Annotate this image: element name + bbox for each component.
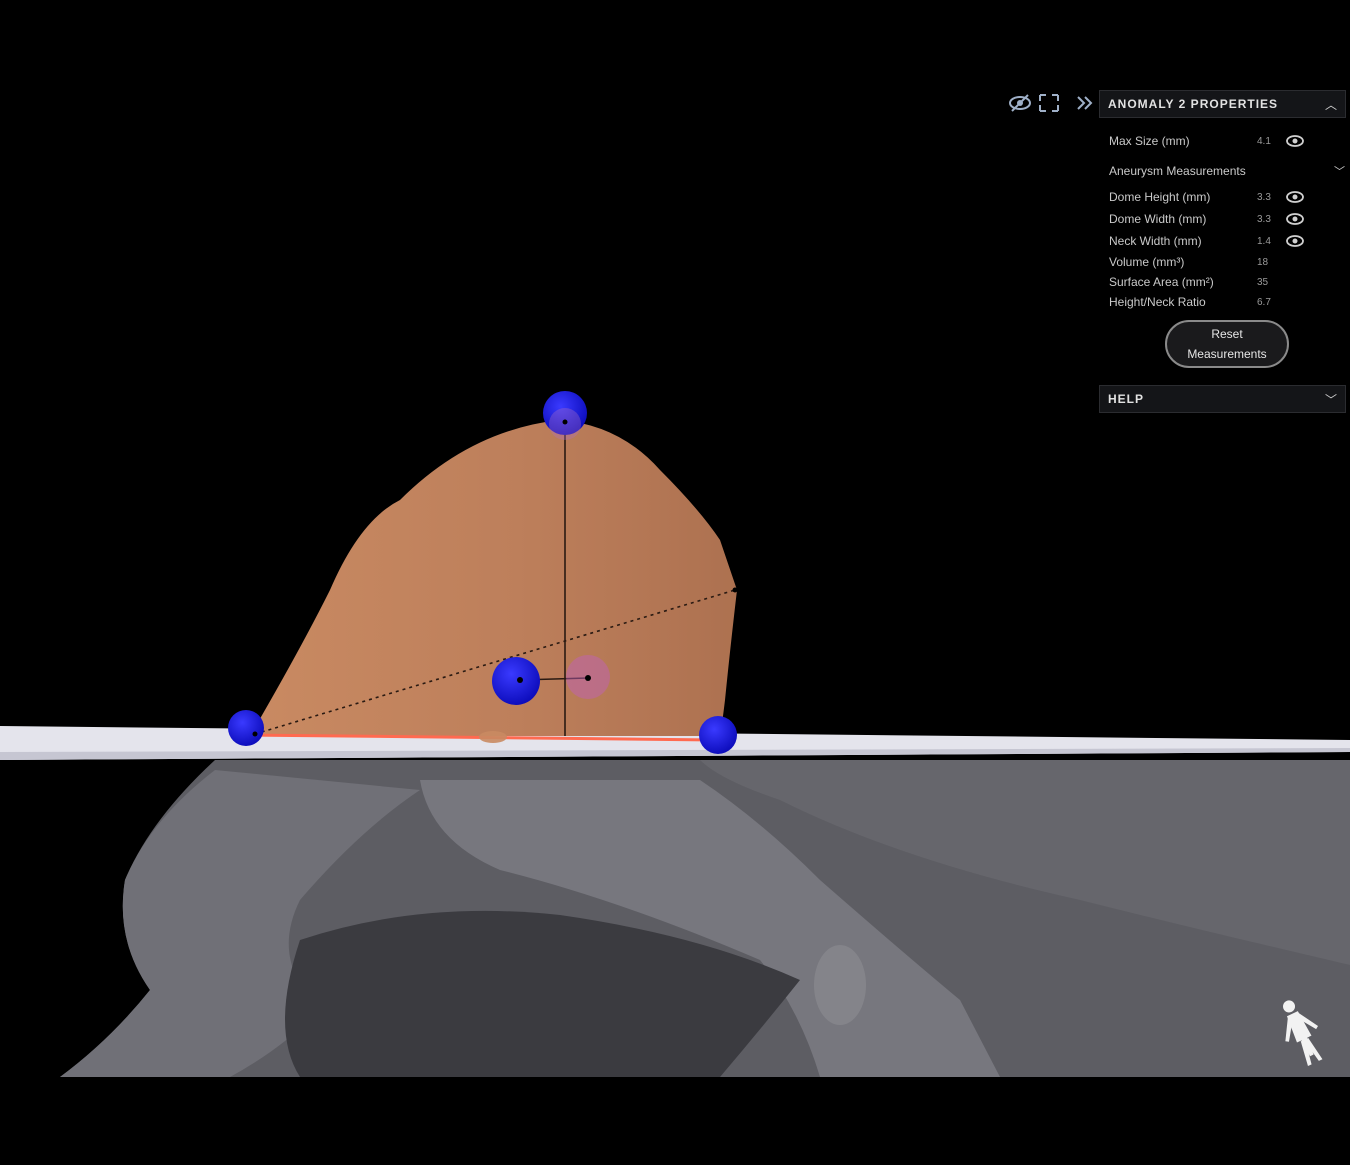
measurement-row-height-neck-ratio: Height/Neck Ratio 6.7 xyxy=(1109,293,1309,311)
anomaly-properties-header[interactable]: ANOMALY 2 PROPERTIES ︿ xyxy=(1099,90,1346,118)
help-header[interactable]: HELP ﹀ xyxy=(1099,385,1346,413)
eye-icon[interactable] xyxy=(1285,190,1305,204)
measurement-value: 1.4 xyxy=(1257,235,1271,247)
aneurysm-measurements-header[interactable]: Aneurysm Measurements ﹀ xyxy=(1109,162,1345,180)
measurement-value: 3.3 xyxy=(1257,191,1271,203)
measurement-label: Volume (mm³) xyxy=(1109,255,1185,269)
eye-icon[interactable] xyxy=(1285,134,1305,148)
chevron-up-icon: ︿ xyxy=(1324,97,1337,112)
section-title: Aneurysm Measurements xyxy=(1109,164,1246,178)
center-handle[interactable] xyxy=(492,657,540,705)
expand-icon[interactable] xyxy=(1037,92,1061,114)
measurement-value: 18 xyxy=(1257,256,1269,268)
chevron-down-icon: ﹀ xyxy=(1324,392,1337,407)
double-chevron-right-icon[interactable] xyxy=(1073,92,1097,114)
measurement-label: Surface Area (mm²) xyxy=(1109,275,1214,289)
measurement-value: 6.7 xyxy=(1257,296,1271,308)
measurement-row-surface-area: Surface Area (mm²) 35 xyxy=(1109,273,1309,291)
max-size-label: Max Size (mm) xyxy=(1109,134,1190,148)
right-neck-handle[interactable] xyxy=(699,716,737,754)
reset-measurements-button[interactable]: Reset Measurements xyxy=(1165,320,1289,368)
max-size-row: Max Size (mm) 4.1 xyxy=(1109,132,1309,150)
measurement-row-volume: Volume (mm³) 18 xyxy=(1109,253,1309,271)
measurement-label: Dome Width (mm) xyxy=(1109,212,1207,226)
eye-slash-icon[interactable] xyxy=(1008,92,1032,114)
measurement-row-dome-width: Dome Width (mm) 3.3 xyxy=(1109,210,1309,228)
measurement-label: Height/Neck Ratio xyxy=(1109,295,1206,309)
max-size-value: 4.1 xyxy=(1257,135,1271,147)
measurement-label: Dome Height (mm) xyxy=(1109,190,1211,204)
left-neck-handle[interactable] xyxy=(228,710,264,746)
measurement-label: Neck Width (mm) xyxy=(1109,234,1202,248)
help-title: HELP xyxy=(1108,392,1145,406)
chevron-down-icon: ﹀ xyxy=(1334,166,1345,178)
parent-vessel xyxy=(60,760,1350,1077)
panel-title: ANOMALY 2 PROPERTIES xyxy=(1108,97,1279,111)
measurement-row-dome-height: Dome Height (mm) 3.3 xyxy=(1109,188,1309,206)
measurement-value: 35 xyxy=(1257,276,1269,288)
eye-icon[interactable] xyxy=(1285,212,1305,226)
eye-icon[interactable] xyxy=(1285,234,1305,248)
measurement-value: 3.3 xyxy=(1257,213,1271,225)
measurement-row-neck-width: Neck Width (mm) 1.4 xyxy=(1109,232,1309,250)
